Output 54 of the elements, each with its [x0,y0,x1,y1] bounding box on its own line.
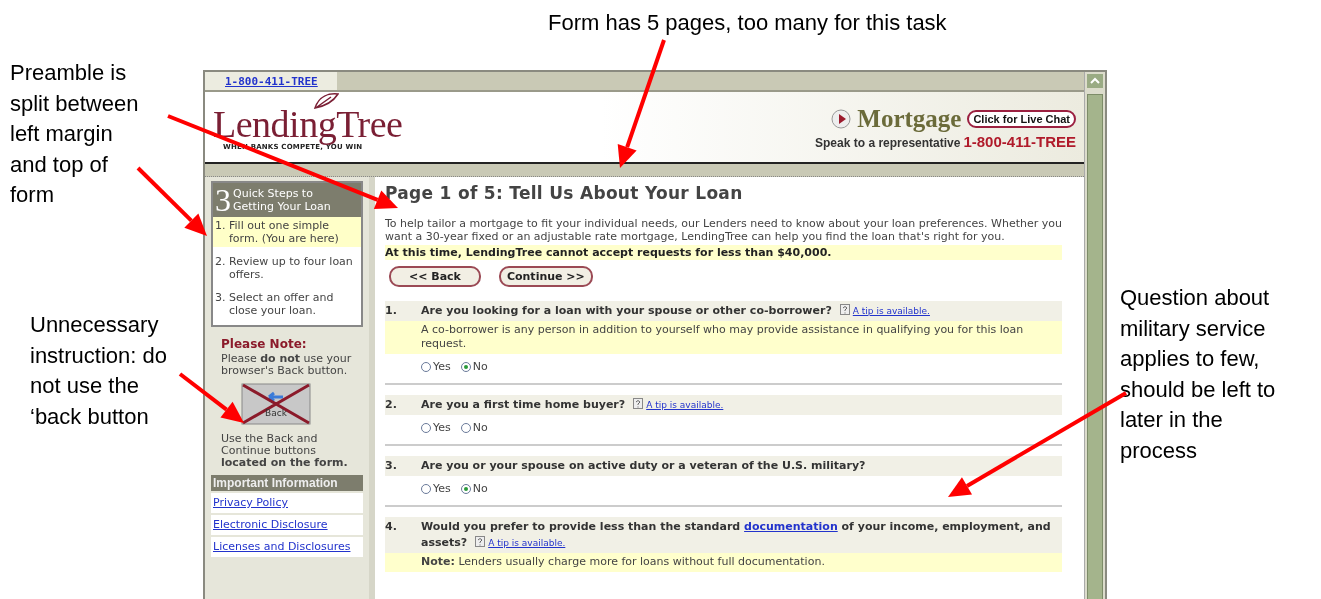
annotation-text: Form has 5 pages, too many for this task [548,9,947,37]
help-icon [839,304,850,315]
back-button[interactable]: << Back [389,266,481,287]
steps-number: 3 [215,185,231,215]
info-heading: Important Information [211,475,363,491]
logo-text: LendingTree [213,103,403,144]
question-number: 4. [385,519,398,535]
tip-link[interactable]: A tip is available. [488,538,566,548]
question-number: 3. [385,458,398,474]
step-item: 2. Review up to four loan offers. [214,254,354,283]
phone-number: 1-800-411-TREE [963,132,1076,150]
question-note: Note: Lenders usually charge more for loans without full documentation. [385,553,1062,572]
step-item: 1. Fill out one simple form. (You are here) [213,217,361,247]
caret-up-icon [1090,77,1100,85]
help-icon [633,398,644,409]
question-text: Are you or your spouse on active duty or a veteran of the U.S. military? [421,458,866,474]
radio-option[interactable]: Yes [421,360,451,373]
scrollbar[interactable] [1084,72,1105,599]
documentation-link[interactable]: documentation [744,520,838,533]
product-title: Mortgage [857,104,962,133]
intro-text: To help tailor a mortgage to fit your individual needs, our Lenders need to know about your loan preferences. Whether you want a 30-year fixed or an adjustable rate mortgage, LendingTree can help you find the loan that's right for you. [385,217,1062,243]
annotation-text: Question about military service applies to few, should be left to later in the process [1120,284,1276,465]
question-note: A co-borrower is any person in addition to yourself who may provide assistance in qualifying you for this loan request. [385,321,1062,354]
radio-option[interactable]: No [460,360,488,373]
page-title: Page 1 of 5: Tell Us About Your Loan [385,183,744,203]
crossed-back-button-drawing: Back [241,383,311,425]
help-icon [475,536,486,547]
speak-text: Speak to a representative [815,135,961,150]
annotation-arrow [178,372,244,423]
annotation-text: Unnecessary instruction: do not use the ‘back button [30,311,167,431]
radio-option[interactable]: Yes [421,421,451,434]
steps-title: Quick Steps to Getting Your Loan [233,187,332,213]
radio-option[interactable]: No [460,482,488,495]
radio-option[interactable]: Yes [421,482,451,495]
question-number: 2. [385,397,398,413]
radio-option[interactable]: No [460,421,488,434]
play-icon [831,108,852,129]
question-text: Are you a first time home buyer? A tip is available. [421,397,724,413]
continue-button[interactable]: Continue >> [498,266,593,287]
question-text: Would you prefer to provide less than the standard documentation of your income, employment, and assets? A tip is available. [421,519,1052,551]
leaf-icon [313,91,339,110]
scroll-thumb[interactable] [1087,94,1103,599]
scroll-up-button[interactable] [1087,74,1103,88]
notice-text: At this time, LendingTree cannot accept requests for less than $40,000. [385,245,1062,260]
note-text: Please do not use your browser's Back button. [220,353,353,377]
step-item: 3. Select an offer and close your loan. [214,290,335,319]
note-text: Use the Back and Continue buttons located on the form. [220,433,349,469]
tip-link[interactable]: A tip is available. [852,306,930,316]
question-text: Are you looking for a loan with your spouse or other co-borrower? A tip is available. [421,303,930,319]
question-number: 1. [385,303,398,319]
live-chat-button[interactable]: Click for Live Chat [967,109,1076,128]
note-heading: Please Note: [220,337,308,351]
annotation-text: Preamble is split between left margin and top of form [10,59,139,209]
tip-link[interactable]: A tip is available. [646,400,724,410]
